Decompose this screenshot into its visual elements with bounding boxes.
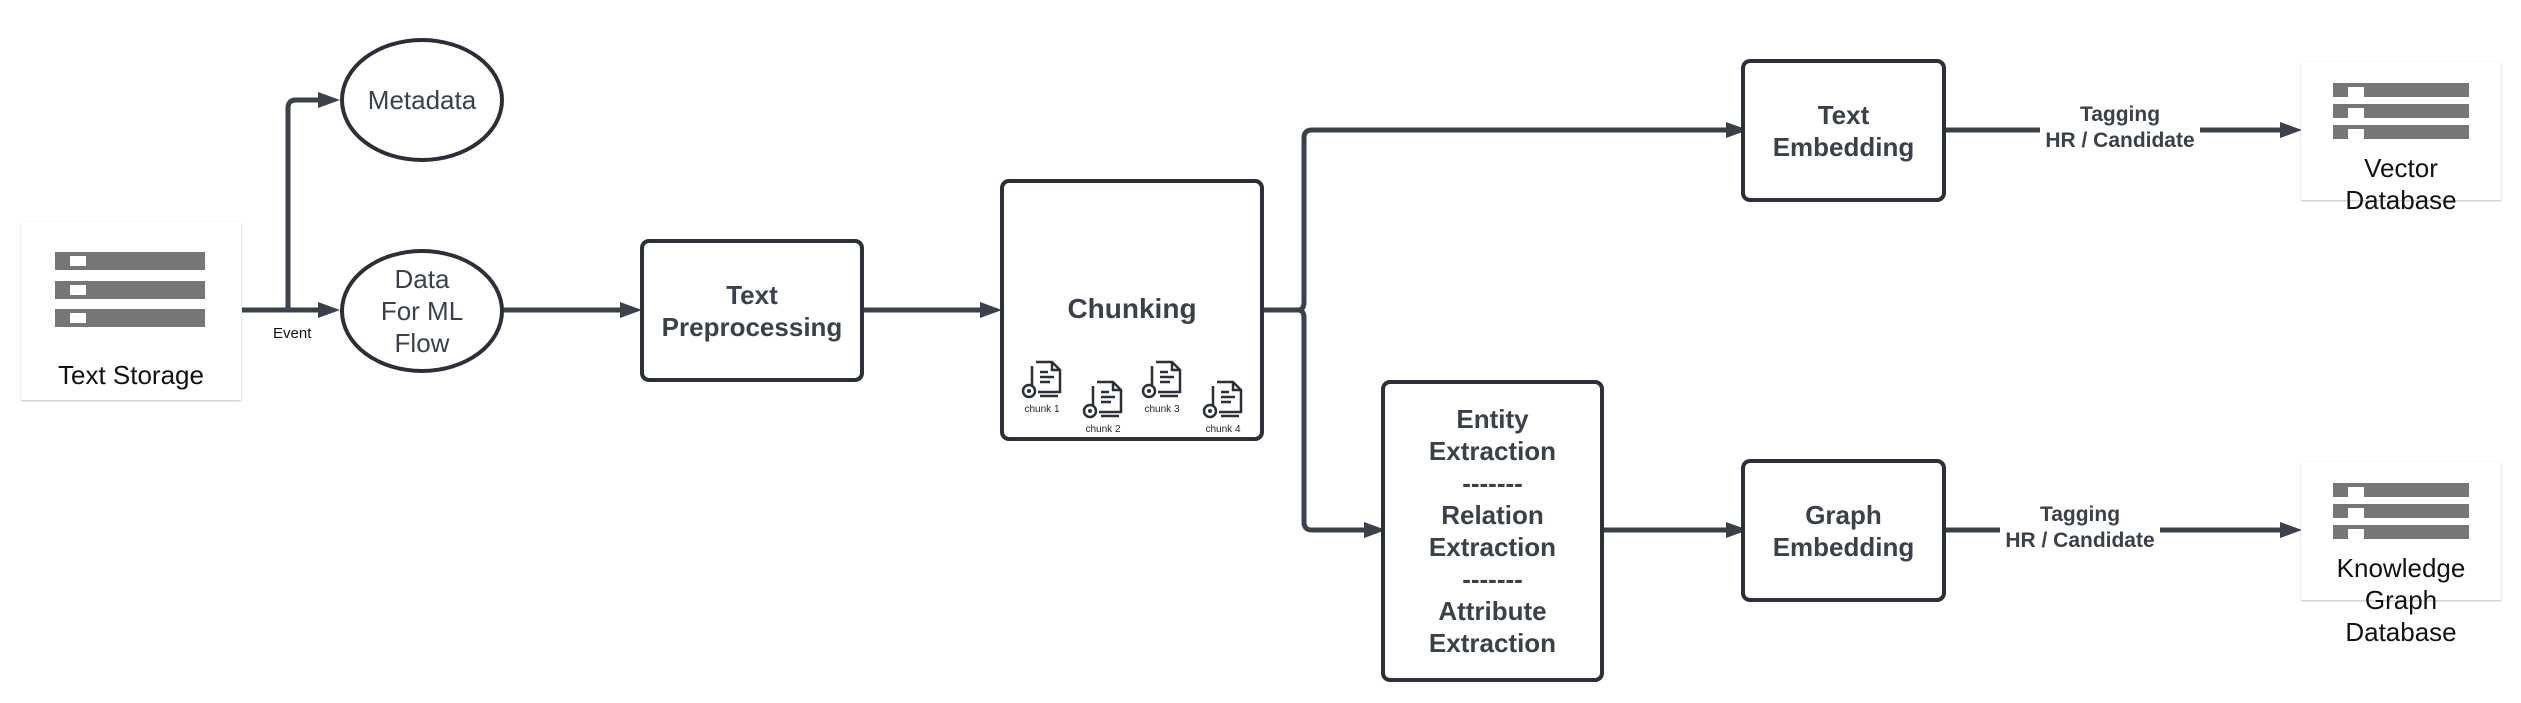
arrowhead [2280,122,2302,138]
edge-chunking-to-extraction [1297,307,1368,533]
text-storage-label: Text Storage [58,360,204,390]
chunk-label: chunk 4 [1205,424,1241,435]
text-embedding-node[interactable]: Text Embedding [1741,59,1946,202]
node-line: Text [726,279,778,310]
label-line: HR / Candidate [2045,129,2195,152]
graph-embedding-node[interactable]: Graph Embedding [1741,459,1946,602]
node-line: Embedding [1772,531,1915,562]
text-storage-node[interactable]: Text Storage [21,222,241,400]
metadata-node[interactable]: Metadata [340,38,504,162]
chunk-item[interactable]: chunk 2 [1073,378,1133,435]
text-preprocessing-node[interactable]: Text Preprocessing [640,239,864,382]
arrowhead [980,302,1002,318]
node-line: Data [394,264,450,294]
tagging-label-bottom: Tagging HR / Candidate [2000,502,2160,554]
chunk-label: chunk 3 [1144,404,1180,415]
edge-chunking-to-text-embedding [1264,127,1730,313]
node-line: Text [1817,99,1870,130]
node-line: ------- [1462,564,1523,594]
chunk-item[interactable]: chunk 4 [1193,378,1253,435]
data-for-ml-flow-node[interactable]: Data For ML Flow [340,249,504,373]
chunk-item[interactable]: chunk 1 [1012,358,1072,415]
label-line: Knowledge [2336,553,2466,583]
node-line: Graph [1805,499,1882,530]
chunk-label: chunk 1 [1024,404,1060,415]
extraction-node[interactable]: Entity Extraction ------- Relation Extra… [1381,380,1604,682]
node-line: Extraction [1428,532,1557,562]
label-line: Database [2345,617,2457,647]
node-line: Flow [394,328,450,358]
vector-database-label: Vector Database [2301,152,2501,216]
node-line: For ML [380,296,464,326]
document-gear-icon [1202,380,1243,419]
label-line: Vector [2364,153,2438,183]
tagging-label-top: Tagging HR / Candidate [2040,102,2200,154]
node-line: Attribute [1438,596,1547,626]
document-gear-icon [1141,360,1182,399]
label-line: Database [2345,185,2457,215]
document-gear-icon [1082,380,1123,419]
label-line: Tagging [2079,103,2161,126]
arrowhead [318,302,340,318]
document-gear-icon [1021,360,1062,399]
label-line: Graph [2364,585,2438,615]
node-line: Entity [1456,404,1529,434]
arrowhead [318,92,340,108]
node-line: Embedding [1772,131,1915,162]
metadata-label: Metadata [367,85,477,115]
label-line: Tagging [2039,503,2121,526]
chunk-label: chunk 2 [1085,424,1121,435]
arrowhead [2280,522,2302,538]
node-line: Extraction [1428,628,1557,658]
label-line: HR / Candidate [2005,529,2155,552]
chunk-item[interactable]: chunk 3 [1132,358,1192,415]
edge-storage-to-metadata [285,97,322,310]
knowledge-graph-database-label: Knowledge Graph Database [2301,552,2501,648]
node-line: Relation [1441,500,1544,530]
node-line: Extraction [1428,436,1557,466]
node-line: ------- [1462,468,1523,498]
chunking-label: Chunking [1067,293,1197,324]
event-label: Event [273,325,312,342]
node-line: Preprocessing [661,311,843,342]
arrowhead [620,302,642,318]
